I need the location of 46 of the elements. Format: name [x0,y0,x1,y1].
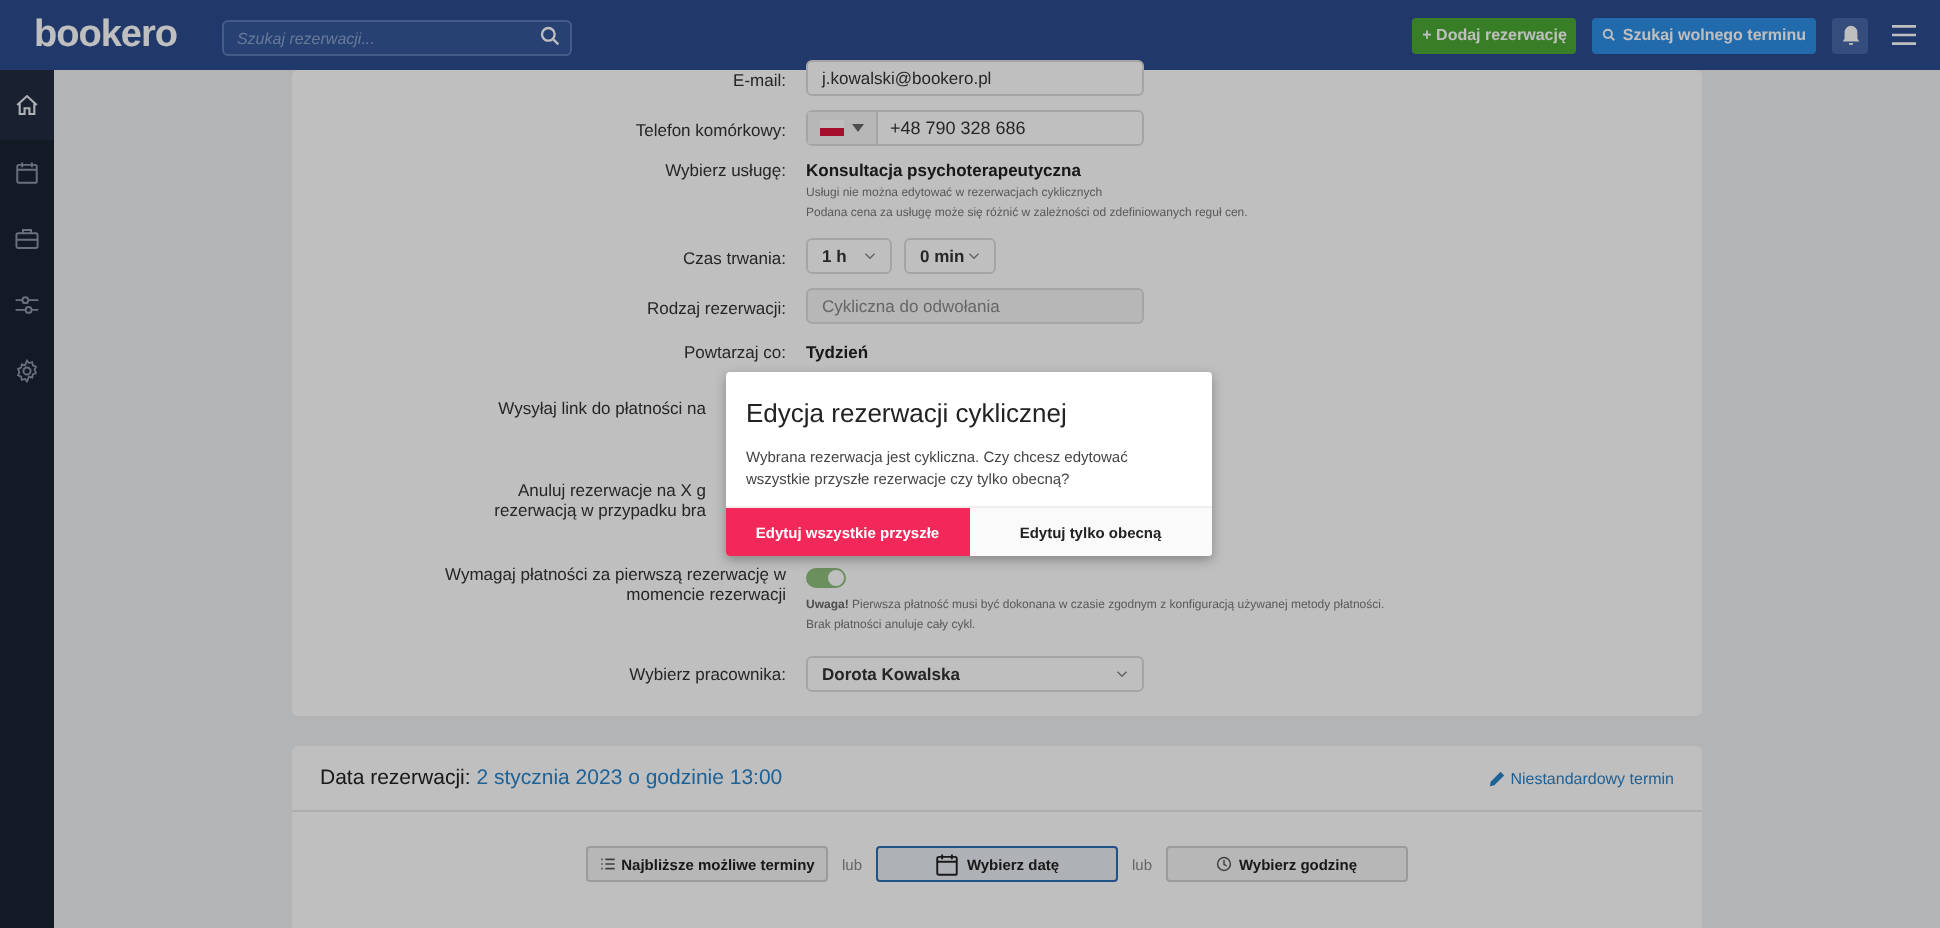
settings-icon [14,358,40,384]
phone-number: +48 790 328 686 [888,118,1026,138]
repeat-value: Tydzień [806,342,871,362]
employee-select[interactable]: Dorota Kowalska [806,656,1144,692]
service-name: Konsultacja psychoterapeutyczna [806,160,1083,180]
flag-icon [820,120,844,136]
minutes-select[interactable]: 0 min [904,238,996,274]
field-label: Rodzaj rezerwacji: [647,298,786,318]
sidebar-item[interactable] [0,70,54,140]
menu-icon[interactable] [1892,24,1916,46]
field-label: Wymagaj płatności za pierwszą rezerwację w momencie rezerwacji [445,564,786,604]
list-icon [599,856,616,872]
field-label: Powtarzaj co: [683,342,786,362]
toggle-switch[interactable] [806,568,846,588]
chevron-down-icon [864,252,876,260]
phone-field[interactable]: +48 790 328 686 [806,110,1144,146]
field-label: Anuluj rezerwacje na X g rezerwacją w przypadku bra [494,480,706,520]
booking-type-field: Cykliczna do odwołania [806,288,1144,324]
home-icon [14,92,40,118]
calendar-icon [934,851,961,877]
hours-select[interactable]: 1 h [806,238,892,274]
bell-icon [1839,24,1861,46]
custom-date-link[interactable]: Niestandardowy termin [1488,769,1674,787]
field-label: E-mail: [733,70,786,90]
field-label: Czas trwania: [683,248,786,268]
booking-date: Data rezerwacji: 2 stycznia 2023 o godzinie 13:00 [320,766,783,790]
field-label: Wysyłaj link do płatności na [498,398,706,418]
pencil-icon [1488,769,1507,787]
field-label: Telefon komórkowy: [635,120,786,140]
briefcase-icon [14,226,40,252]
search-icon [540,25,561,45]
country-picker[interactable] [808,112,878,144]
search-field[interactable]: Szukaj rezerwacji... [222,20,573,56]
logo[interactable]: bookero [32,11,179,59]
chevron-down-icon [1116,670,1128,678]
chevron-down-icon [968,252,980,260]
email-field[interactable]: j.kowalski@bookero.pl [806,60,1144,96]
search-icon [1602,28,1617,42]
sliders-icon [14,292,40,318]
clock-icon [1216,856,1233,872]
caret-icon [852,124,864,132]
dialog-title: Edycja rezerwacji cyklicznej [744,396,1069,428]
calendar-icon [14,160,40,186]
notifications-button[interactable] [1832,17,1868,53]
field-label: Wybierz pracownika: [629,664,786,684]
field-label: Wybierz usługę: [665,160,786,180]
